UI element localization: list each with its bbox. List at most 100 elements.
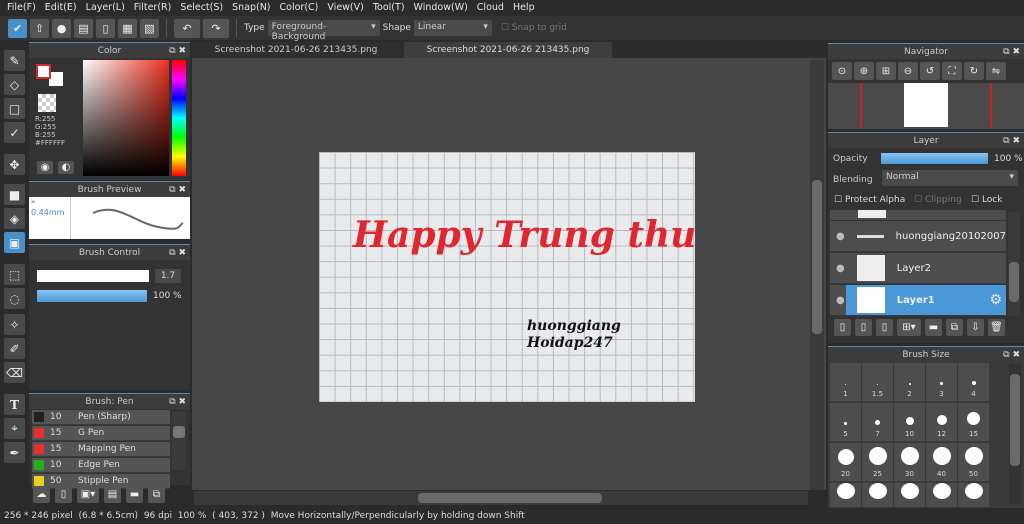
gear-icon[interactable]: ⚙ bbox=[989, 292, 1002, 308]
operation-tool-icon[interactable]: ⌖ bbox=[4, 418, 25, 439]
layer-row[interactable]: ● huonggiang20102007 bbox=[830, 221, 1006, 252]
brush-size-option[interactable] bbox=[862, 483, 893, 507]
brush-list-item[interactable]: 10 Edge Pen bbox=[32, 458, 170, 473]
brush-size-option[interactable] bbox=[926, 483, 957, 507]
rotate-right-icon[interactable]: ↻ bbox=[964, 62, 984, 80]
layer-row[interactable]: ● Layer2 bbox=[830, 253, 1006, 284]
select-tool-icon[interactable]: ⬚ bbox=[4, 264, 25, 285]
zoom-out-icon[interactable]: ⊖ bbox=[898, 62, 918, 80]
protect-alpha-checkbox[interactable]: ☐ Protect Alpha bbox=[834, 195, 905, 205]
menu-item[interactable]: View(V) bbox=[324, 0, 369, 16]
menu-item[interactable]: Cloud bbox=[474, 0, 510, 16]
vertical-scrollbar[interactable] bbox=[810, 60, 824, 490]
folder-icon[interactable]: ▬ bbox=[925, 319, 942, 336]
brush-size-option[interactable]: 1 bbox=[830, 363, 861, 401]
menu-item[interactable]: Color(C) bbox=[277, 0, 325, 16]
canvas-document[interactable]: Happy Trung thu huonggiang Hoidap247 bbox=[319, 152, 696, 402]
layer-scrollbar[interactable] bbox=[1008, 212, 1020, 316]
new-layer-1bit-icon[interactable]: ▯ bbox=[876, 319, 893, 336]
navigator-preview[interactable] bbox=[828, 83, 1024, 129]
brush-size-option[interactable]: 5 bbox=[830, 403, 861, 441]
lasso-tool-icon[interactable]: ◌ bbox=[4, 288, 25, 309]
undo-icon[interactable]: ↶ bbox=[174, 18, 200, 38]
blending-select[interactable]: Normal ▾ bbox=[882, 170, 1018, 186]
rectangle-tool-icon[interactable]: □ bbox=[4, 98, 25, 119]
rotate-left-icon[interactable]: ↺ bbox=[920, 62, 940, 80]
duplicate-icon[interactable]: ⧉ bbox=[148, 486, 165, 503]
cloud-download-icon[interactable]: ☁ bbox=[33, 486, 50, 503]
reset-rotation-icon[interactable]: ⛶ bbox=[942, 62, 962, 80]
gradient-tool-icon[interactable]: ▣ bbox=[4, 232, 25, 253]
check-icon[interactable]: ✔ bbox=[8, 18, 27, 38]
brush-size-option[interactable]: 10 bbox=[894, 403, 925, 441]
menu-item[interactable]: Select(S) bbox=[177, 0, 229, 16]
comment-icon[interactable]: ▤ bbox=[74, 18, 93, 38]
brush-opacity-slider[interactable] bbox=[37, 290, 147, 302]
brush-size-scrollbar[interactable] bbox=[1009, 364, 1021, 504]
palette-icon[interactable]: ◉ bbox=[37, 161, 53, 174]
clipping-checkbox[interactable]: ☐ Clipping bbox=[914, 195, 962, 205]
close-icon[interactable]: ⧉ ✖ bbox=[1003, 133, 1020, 149]
layer-row-selected[interactable]: ● Layer1 ⚙ bbox=[830, 285, 1006, 316]
fill-rect-tool-icon[interactable]: ■ bbox=[4, 184, 25, 205]
brush-size-option[interactable]: 25 bbox=[862, 443, 893, 481]
bucket-tool-icon[interactable]: ◈ bbox=[4, 208, 25, 229]
text-tool-icon[interactable]: T bbox=[4, 394, 25, 415]
close-icon[interactable]: ⧉ ✖ bbox=[169, 43, 186, 59]
color-history-icon[interactable]: ◐ bbox=[58, 161, 74, 174]
brush-size-value[interactable]: 1.7 bbox=[155, 269, 181, 283]
flip-icon[interactable]: ⇋ bbox=[986, 62, 1006, 80]
brush-size-option[interactable]: 40 bbox=[926, 443, 957, 481]
menu-item[interactable]: Tool(T) bbox=[370, 0, 411, 16]
lock-checkbox[interactable]: ☐ Lock bbox=[971, 195, 1002, 205]
document-tab[interactable]: Screenshot 2021-06-26 213435.png bbox=[192, 42, 400, 58]
brush-size-option[interactable]: 50 bbox=[958, 443, 989, 481]
redo-icon[interactable]: ↷ bbox=[203, 18, 229, 38]
share-icon[interactable]: ⇧ bbox=[30, 18, 49, 38]
close-icon[interactable]: ⧉ ✖ bbox=[1003, 44, 1020, 60]
foreground-color-swatch[interactable] bbox=[36, 64, 51, 79]
brush-size-option[interactable]: 4 bbox=[958, 363, 989, 401]
eyedropper-icon[interactable]: ✒ bbox=[4, 442, 25, 463]
hue-slider[interactable] bbox=[172, 60, 186, 176]
visibility-icon[interactable]: ● bbox=[836, 263, 845, 274]
menu-item[interactable]: Filter(R) bbox=[131, 0, 178, 16]
brush-size-option[interactable]: 12 bbox=[926, 403, 957, 441]
brush-list-item[interactable]: 15 G Pen bbox=[32, 426, 170, 441]
menu-item[interactable]: Window(W) bbox=[411, 0, 474, 16]
dot-line-tool-icon[interactable]: ✓ bbox=[4, 122, 25, 143]
menu-item[interactable]: Layer(L) bbox=[83, 0, 131, 16]
shape-select[interactable]: Linear ▾ bbox=[413, 20, 492, 36]
panel-icon[interactable]: ▧ bbox=[140, 18, 159, 38]
layer-row-partial[interactable] bbox=[830, 210, 1006, 220]
duplicate-layer-icon[interactable]: ⧉ bbox=[946, 319, 963, 336]
page-icon[interactable]: ▯ bbox=[96, 18, 115, 38]
magic-wand-icon[interactable]: ✧ bbox=[4, 314, 25, 335]
type-select[interactable]: Foreground-Background ▾ bbox=[267, 20, 380, 42]
brush-settings-icon[interactable]: ▤ bbox=[104, 486, 121, 503]
snap-to-grid-checkbox[interactable]: ☐ Snap to grid bbox=[501, 23, 567, 33]
brush-size-option[interactable]: 2 bbox=[894, 363, 925, 401]
menu-item[interactable]: Edit(E) bbox=[42, 0, 83, 16]
zoom-actual-icon[interactable]: ⊙ bbox=[832, 62, 852, 80]
visibility-icon[interactable]: ● bbox=[836, 231, 845, 242]
brush-size-option[interactable]: 3 bbox=[926, 363, 957, 401]
close-icon[interactable]: ⧉ ✖ bbox=[169, 182, 186, 198]
brush-size-option[interactable] bbox=[830, 483, 861, 507]
speech-bubble-icon[interactable]: ● bbox=[52, 18, 71, 38]
brush-size-option[interactable] bbox=[958, 483, 989, 507]
brush-size-option[interactable]: 20 bbox=[830, 443, 861, 481]
fit-icon[interactable]: ⊞ bbox=[876, 62, 896, 80]
visibility-icon[interactable]: ● bbox=[836, 295, 845, 306]
new-brush-icon[interactable]: ▯ bbox=[55, 486, 72, 503]
brush-list-item[interactable]: 10 Pen (Sharp) bbox=[32, 410, 170, 425]
brush-size-option[interactable] bbox=[894, 483, 925, 507]
brush-size-option[interactable]: 7 bbox=[862, 403, 893, 441]
folder-icon[interactable]: ▬ bbox=[126, 486, 143, 503]
brush-size-option[interactable]: 15 bbox=[958, 403, 989, 441]
grid-icon[interactable]: ▦ bbox=[118, 18, 137, 38]
close-icon[interactable]: ⧉ ✖ bbox=[1003, 347, 1020, 363]
brush-list-scrollbar[interactable] bbox=[172, 412, 186, 470]
brush-size-option[interactable]: 30 bbox=[894, 443, 925, 481]
new-layer-8bit-icon[interactable]: ▯ bbox=[855, 319, 872, 336]
